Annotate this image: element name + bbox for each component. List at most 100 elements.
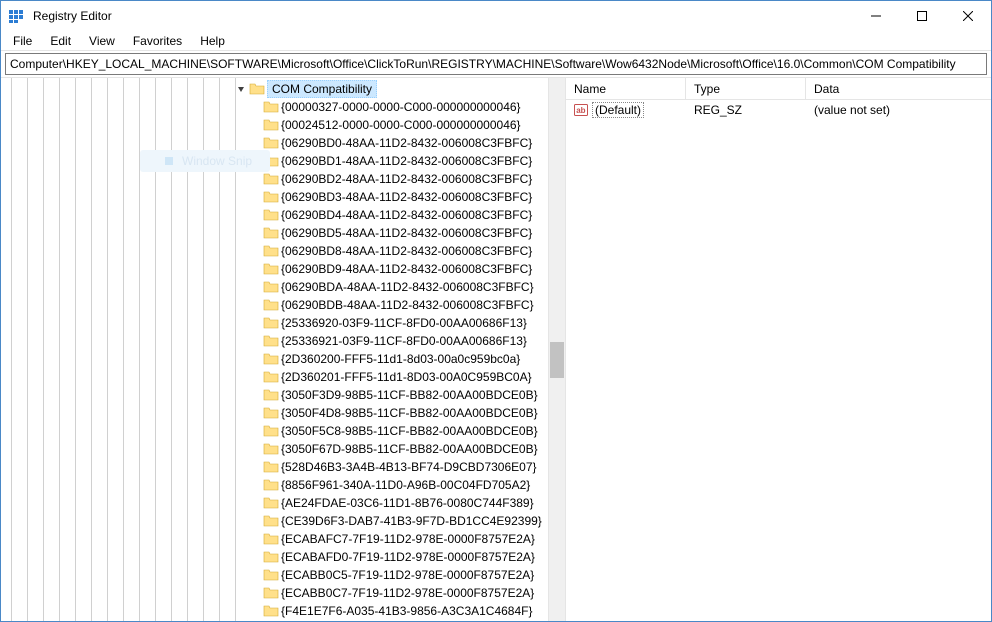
folder-icon xyxy=(263,477,279,493)
tree-child-key[interactable]: {00024512-0000-0000-C000-000000000046} xyxy=(263,116,542,134)
tree-child-label: {06290BD1-48AA-11D2-8432-006008C3FBFC} xyxy=(281,154,532,168)
value-data: (value not set) xyxy=(806,101,991,119)
tree-child-key[interactable]: {F4E1E7F6-A035-41B3-9856-A3C3A1C4684F} xyxy=(263,602,542,620)
folder-icon xyxy=(263,261,279,277)
folder-icon xyxy=(249,81,265,97)
tree-child-label: {AE24FDAE-03C6-11D1-8B76-0080C744F389} xyxy=(281,496,534,510)
chevron-down-icon[interactable] xyxy=(235,83,247,95)
tree-child-label: {06290BDB-48AA-11D2-8432-006008C3FBFC} xyxy=(281,298,534,312)
tree-child-key[interactable]: {2D360200-FFF5-11d1-8d03-00a0c959bc0a} xyxy=(263,350,542,368)
folder-icon xyxy=(263,459,279,475)
menu-view[interactable]: View xyxy=(81,32,123,50)
content-area: COM Compatibility {00000327-0000-0000-C0… xyxy=(1,77,991,621)
tree-child-key[interactable]: {06290BDB-48AA-11D2-8432-006008C3FBFC} xyxy=(263,296,542,314)
folder-icon xyxy=(263,117,279,133)
menu-edit[interactable]: Edit xyxy=(42,32,79,50)
tree-child-key[interactable]: {3050F67D-98B5-11CF-BB82-00AA00BDCE0B} xyxy=(263,440,542,458)
folder-icon xyxy=(263,549,279,565)
tree-child-key[interactable]: {06290BD0-48AA-11D2-8432-006008C3FBFC} xyxy=(263,134,542,152)
tree-child-label: {06290BD8-48AA-11D2-8432-006008C3FBFC} xyxy=(281,244,532,258)
tree-pane: COM Compatibility {00000327-0000-0000-C0… xyxy=(1,78,566,621)
tree-child-key[interactable]: {06290BDA-48AA-11D2-8432-006008C3FBFC} xyxy=(263,278,542,296)
tree-child-label: {06290BD4-48AA-11D2-8432-006008C3FBFC} xyxy=(281,208,532,222)
tree-child-label: {ECABB0C7-7F19-11D2-978E-0000F8757E2A} xyxy=(281,586,534,600)
window-title: Registry Editor xyxy=(33,9,112,23)
tree-child-label: {3050F3D9-98B5-11CF-BB82-00AA00BDCE0B} xyxy=(281,388,538,402)
tree-child-key[interactable]: {3050F5C8-98B5-11CF-BB82-00AA00BDCE0B} xyxy=(263,422,542,440)
close-button[interactable] xyxy=(945,1,991,31)
address-text: Computer\HKEY_LOCAL_MACHINE\SOFTWARE\Mic… xyxy=(10,57,956,71)
folder-icon xyxy=(263,189,279,205)
tree-child-label: {06290BD5-48AA-11D2-8432-006008C3FBFC} xyxy=(281,226,532,240)
tree-selected-label: COM Compatibility xyxy=(267,80,377,98)
tree-child-key[interactable]: {06290BD1-48AA-11D2-8432-006008C3FBFC} xyxy=(263,152,542,170)
tree-child-label: {06290BD0-48AA-11D2-8432-006008C3FBFC} xyxy=(281,136,532,150)
menu-file[interactable]: File xyxy=(5,32,40,50)
tree-child-key[interactable]: {ECABAFC7-7F19-11D2-978E-0000F8757E2A} xyxy=(263,530,542,548)
tree-child-key[interactable]: {00000327-0000-0000-C000-000000000046} xyxy=(263,98,542,116)
tree-child-key[interactable]: {8856F961-340A-11D0-A96B-00C04FD705A2} xyxy=(263,476,542,494)
tree-child-label: {ECABAFC7-7F19-11D2-978E-0000F8757E2A} xyxy=(281,532,535,546)
tree-child-key[interactable]: {25336921-03F9-11CF-8FD0-00AA00686F13} xyxy=(263,332,542,350)
tree-child-key[interactable]: {3050F4D8-98B5-11CF-BB82-00AA00BDCE0B} xyxy=(263,404,542,422)
tree-child-key[interactable]: {3050F3D9-98B5-11CF-BB82-00AA00BDCE0B} xyxy=(263,386,542,404)
folder-icon xyxy=(263,441,279,457)
folder-icon xyxy=(263,153,279,169)
tree-child-label: {8856F961-340A-11D0-A96B-00C04FD705A2} xyxy=(281,478,530,492)
tree-child-key[interactable]: {CE39D6F3-DAB7-41B3-9F7D-BD1CC4E92399} xyxy=(263,512,542,530)
address-bar[interactable]: Computer\HKEY_LOCAL_MACHINE\SOFTWARE\Mic… xyxy=(5,53,987,75)
folder-icon xyxy=(263,315,279,331)
string-value-icon: ab xyxy=(574,103,588,117)
tree-child-key[interactable]: {06290BD8-48AA-11D2-8432-006008C3FBFC} xyxy=(263,242,542,260)
tree-child-label: {3050F67D-98B5-11CF-BB82-00AA00BDCE0B} xyxy=(281,442,538,456)
tree-child-label: {3050F5C8-98B5-11CF-BB82-00AA00BDCE0B} xyxy=(281,424,538,438)
maximize-button[interactable] xyxy=(899,1,945,31)
tree-child-key[interactable]: {06290BD5-48AA-11D2-8432-006008C3FBFC} xyxy=(263,224,542,242)
tree-child-key[interactable]: {25336920-03F9-11CF-8FD0-00AA00686F13} xyxy=(263,314,542,332)
tree-child-label: {25336920-03F9-11CF-8FD0-00AA00686F13} xyxy=(281,316,527,330)
tree-child-label: {06290BD3-48AA-11D2-8432-006008C3FBFC} xyxy=(281,190,532,204)
tree-child-key[interactable]: {06290BD4-48AA-11D2-8432-006008C3FBFC} xyxy=(263,206,542,224)
tree-child-key[interactable]: {06290BD3-48AA-11D2-8432-006008C3FBFC} xyxy=(263,188,542,206)
folder-icon xyxy=(263,423,279,439)
values-header: Name Type Data xyxy=(566,78,991,100)
tree-child-label: {2D360200-FFF5-11d1-8d03-00a0c959bc0a} xyxy=(281,352,520,366)
minimize-button[interactable] xyxy=(853,1,899,31)
tree-selected-key[interactable]: COM Compatibility xyxy=(235,80,377,98)
tree-child-label: {2D360201-FFF5-11d1-8D03-00A0C959BC0A} xyxy=(281,370,532,384)
tree-child-label: {ECABAFD0-7F19-11D2-978E-0000F8757E2A} xyxy=(281,550,535,564)
folder-icon xyxy=(263,279,279,295)
folder-icon xyxy=(263,405,279,421)
value-row[interactable]: ab (Default) REG_SZ (value not set) xyxy=(566,100,991,120)
folder-icon xyxy=(263,387,279,403)
menu-help[interactable]: Help xyxy=(192,32,233,50)
tree-child-label: {F4E1E7F6-A035-41B3-9856-A3C3A1C4684F} xyxy=(281,604,533,618)
folder-icon xyxy=(263,495,279,511)
tree-child-key[interactable]: {2D360201-FFF5-11d1-8D03-00A0C959BC0A} xyxy=(263,368,542,386)
column-type[interactable]: Type xyxy=(686,78,806,99)
column-data[interactable]: Data xyxy=(806,78,991,99)
folder-icon xyxy=(263,603,279,619)
tree-child-key[interactable]: {ECABB0C5-7F19-11D2-978E-0000F8757E2A} xyxy=(263,566,542,584)
column-name[interactable]: Name xyxy=(566,78,686,99)
tree-child-key[interactable]: {ECABB0C7-7F19-11D2-978E-0000F8757E2A} xyxy=(263,584,542,602)
tree-vertical-scrollbar[interactable] xyxy=(548,78,565,621)
folder-icon xyxy=(263,225,279,241)
value-name: (Default) xyxy=(592,102,644,118)
scrollbar-thumb[interactable] xyxy=(550,342,564,378)
tree-child-label: {00024512-0000-0000-C000-000000000046} xyxy=(281,118,521,132)
folder-icon xyxy=(263,207,279,223)
tree-child-key[interactable]: {06290BD2-48AA-11D2-8432-006008C3FBFC} xyxy=(263,170,542,188)
tree-child-key[interactable]: {528D46B3-3A4B-4B13-BF74-D9CBD7306E07} xyxy=(263,458,542,476)
tree-child-label: {06290BDA-48AA-11D2-8432-006008C3FBFC} xyxy=(281,280,534,294)
value-type: REG_SZ xyxy=(686,101,806,119)
tree-child-label: {3050F4D8-98B5-11CF-BB82-00AA00BDCE0B} xyxy=(281,406,538,420)
menu-favorites[interactable]: Favorites xyxy=(125,32,190,50)
titlebar: Registry Editor xyxy=(1,1,991,31)
tree-child-list: {00000327-0000-0000-C000-000000000046} {0… xyxy=(263,98,542,620)
tree-child-label: {CE39D6F3-DAB7-41B3-9F7D-BD1CC4E92399} xyxy=(281,514,542,528)
folder-icon xyxy=(263,333,279,349)
tree-child-key[interactable]: {ECABAFD0-7F19-11D2-978E-0000F8757E2A} xyxy=(263,548,542,566)
tree-child-key[interactable]: {AE24FDAE-03C6-11D1-8B76-0080C744F389} xyxy=(263,494,542,512)
tree-child-key[interactable]: {06290BD9-48AA-11D2-8432-006008C3FBFC} xyxy=(263,260,542,278)
